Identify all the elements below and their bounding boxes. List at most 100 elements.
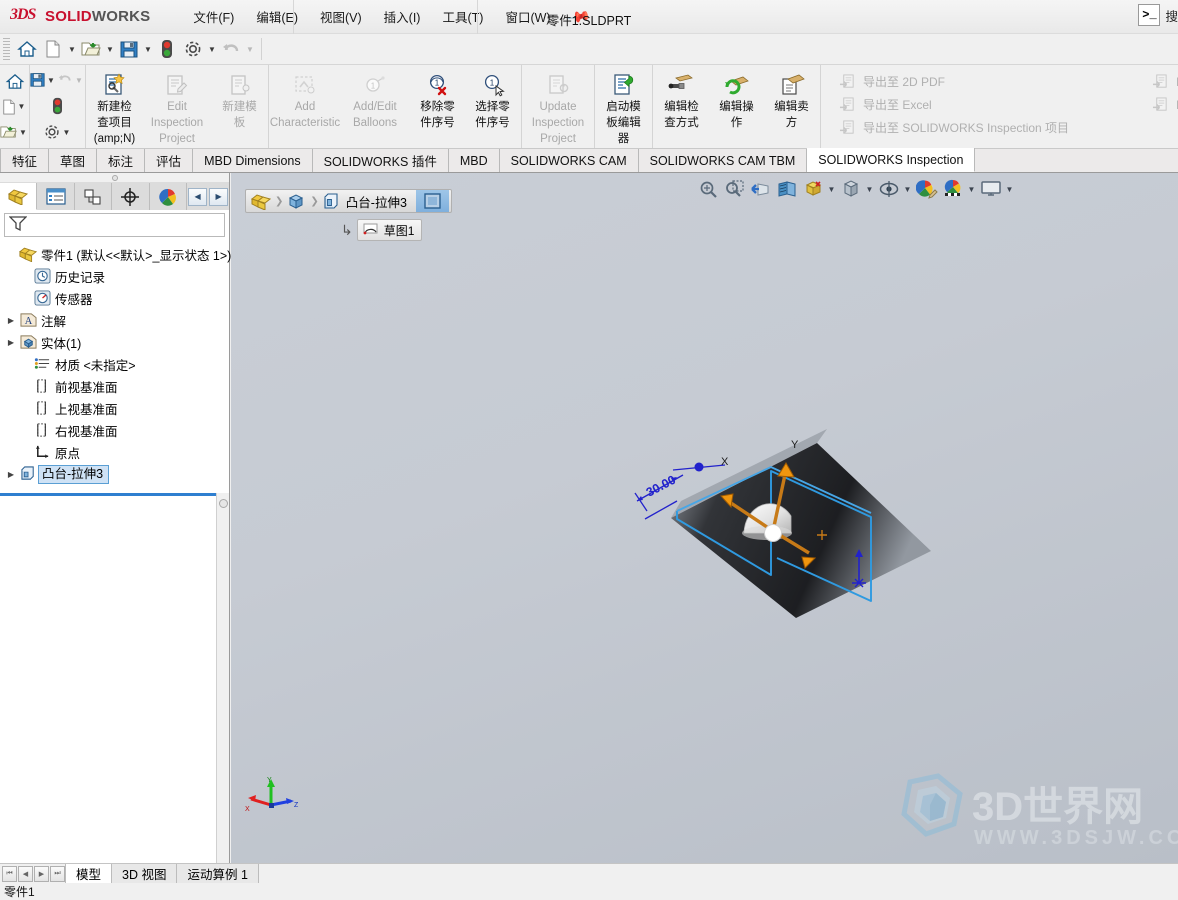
tree-expand-arrow-icon[interactable]: ▶ [4,338,18,347]
cm-strip-undo[interactable] [57,72,73,89]
view-orientation-button[interactable] [800,177,825,201]
tree-top-plane[interactable]: 上视基准面 [4,397,229,419]
export-sw-inspection-project-button[interactable]: 导出至 SOLIDWORKS Inspection 项目 [833,116,1074,139]
export-excel-button[interactable]: 导出至 Excel [833,93,1074,116]
edit-inspection-project-button[interactable]: Edit Inspection Project [142,68,212,146]
tree-right-plane[interactable]: 右视基准面 [4,419,229,441]
zoom-to-fit-button[interactable] [696,177,721,201]
tab-solidworks-addins[interactable]: SOLIDWORKS 插件 [312,149,449,172]
tab-solidworks-cam[interactable]: SOLIDWORKS CAM [499,149,639,172]
tab-nav-last-button[interactable]: ⏭ [50,865,65,882]
tree-sensors[interactable]: 传感器 [4,287,229,309]
edit-inspection-method-button[interactable]: 编辑检 查方式 [654,68,709,130]
viewport-button[interactable] [978,177,1003,201]
breadcrumb-sketch[interactable]: 草图1 [356,219,423,241]
3d-model-viewport[interactable]: 30.00 Y X [631,423,951,643]
left-panel-scroll-knob[interactable] [219,499,228,508]
tab-nav-first-button[interactable]: ⏮ [2,865,17,882]
tab-features[interactable]: 特征 [0,149,50,172]
launch-template-editor-button[interactable]: 启动模 板编辑 器 [596,68,651,146]
cm-strip-undo-caret-icon[interactable]: ▼ [73,76,85,85]
edit-operation-button[interactable]: 编辑操 作 [709,68,764,130]
tab-solidworks-cam-tbm[interactable]: SOLIDWORKS CAM TBM [638,149,808,172]
tab-nav-prev-button[interactable]: ◀ [18,865,33,882]
cm-strip-save-caret-icon[interactable]: ▼ [45,76,57,85]
tab-markup[interactable]: 标注 [97,149,146,172]
viewport-caret-icon[interactable]: ▼ [1004,185,1015,194]
remove-balloons-button[interactable]: 1 移除零 件序号 [410,68,465,130]
property-manager-tab[interactable] [37,183,75,210]
dimxpert-manager-tab[interactable] [112,183,150,210]
apply-scene-button[interactable] [940,177,965,201]
tab-nav-next-button[interactable]: ▶ [34,865,49,882]
apply-scene-caret-icon[interactable]: ▼ [966,185,977,194]
breadcrumb-part[interactable] [248,193,274,210]
command-search-label[interactable]: 搜 [1165,6,1178,25]
tree-front-plane[interactable]: 前视基准面 [4,375,229,397]
save-button[interactable] [116,37,142,62]
tree-origin[interactable]: 原点 [4,441,229,463]
tree-solid-bodies[interactable]: ▶ 实体(1) [4,331,229,353]
tab-solidworks-inspection[interactable]: SOLIDWORKS Inspection [807,148,976,172]
cm-strip-open[interactable]: ▼ [0,124,29,140]
bottom-tab-motion-study[interactable]: 运动算例 1 [176,864,259,883]
rebuild-button[interactable] [154,37,180,62]
cm-strip-new-caret-icon[interactable]: ▼ [16,102,28,111]
tab-evaluate[interactable]: 评估 [145,149,194,172]
tree-expand-arrow-icon[interactable]: ▶ [4,316,18,325]
tree-splitter-bar[interactable] [0,493,229,496]
undo-caret-icon[interactable]: ▼ [244,45,256,54]
open-document-caret-icon[interactable]: ▼ [104,45,116,54]
fm-nav-next-button[interactable]: ▶ [209,187,229,206]
display-manager-tab[interactable] [149,183,188,210]
panel-resize-handle[interactable] [0,173,229,183]
tree-boss-extrude3[interactable]: ▶ 凸台-拉伸3 [4,463,229,485]
update-inspection-project-button[interactable]: Update Inspection Project [523,68,593,146]
tree-material[interactable]: 材质 <未指定> [4,353,229,375]
undo-button[interactable] [218,37,244,62]
breadcrumb-selected-face[interactable] [415,190,449,212]
tab-mbd[interactable]: MBD [448,149,500,172]
edit-vendor-button[interactable]: 编辑卖 方 [764,68,819,130]
hide-show-items-button[interactable] [876,177,901,201]
left-panel-scrollbar[interactable] [216,493,229,863]
cm-strip-options[interactable]: ▼ [30,123,85,141]
tab-mbd-dimensions[interactable]: MBD Dimensions [193,149,313,172]
cm-strip-new[interactable]: ▼ [0,99,29,115]
display-style-button[interactable] [838,177,863,201]
open-document-button[interactable] [78,37,104,62]
cm-strip-open-caret-icon[interactable]: ▼ [17,128,29,137]
new-template-button[interactable]: 新建模 板 [212,68,267,130]
add-edit-balloons-button[interactable]: 1 Add/Edit Balloons [340,68,410,130]
new-inspection-project-button[interactable]: 新建检 查项目 (amp;N) [87,68,142,146]
tab-sketch[interactable]: 草图 [49,149,98,172]
select-balloons-button[interactable]: 1 选择零 件序号 [465,68,520,130]
toolbar-grip[interactable] [3,38,10,60]
bottom-tab-model[interactable]: 模型 [65,864,113,883]
hide-show-caret-icon[interactable]: ▼ [902,185,913,194]
breadcrumb-body[interactable] [284,193,309,210]
display-style-caret-icon[interactable]: ▼ [864,185,875,194]
edit-appearance-button[interactable] [914,177,939,201]
configuration-manager-tab[interactable] [74,183,113,210]
view-orientation-caret-icon[interactable]: ▼ [826,185,837,194]
previous-view-button[interactable] [748,177,773,201]
tree-filter-bar[interactable] [4,213,225,237]
cm-strip-rebuild[interactable] [30,97,85,115]
add-characteristic-button[interactable]: Add Characteristic [270,68,340,130]
cm-strip-options-caret-icon[interactable]: ▼ [61,128,73,137]
export-2d-pdf-button[interactable]: 导出至 2D PDF [833,70,1074,93]
new-document-button[interactable] [40,37,66,62]
tree-history[interactable]: 历史记录 [4,265,229,287]
export-3d-pdf-button[interactable]: Export to 3D PDF [1146,70,1178,93]
options-button[interactable] [180,37,206,62]
bottom-tab-3d-views[interactable]: 3D 视图 [111,864,178,883]
tree-root-part[interactable]: 零件1 (默认<<默认>_显示状态 1>) [4,243,231,265]
zoom-to-area-button[interactable] [722,177,747,201]
new-document-caret-icon[interactable]: ▼ [66,45,78,54]
export-edrawing-button[interactable]: Export eDrawing [1146,93,1178,116]
fm-nav-prev-button[interactable]: ◀ [188,187,208,206]
home-button[interactable] [14,37,40,62]
graphics-area[interactable]: ▼ ▼ ▼ ▼ ▼ ❯ ❯ 凸台-拉伸3 ↳ 草图1 30.00 Y X X Y… [231,173,1178,863]
options-caret-icon[interactable]: ▼ [206,45,218,54]
